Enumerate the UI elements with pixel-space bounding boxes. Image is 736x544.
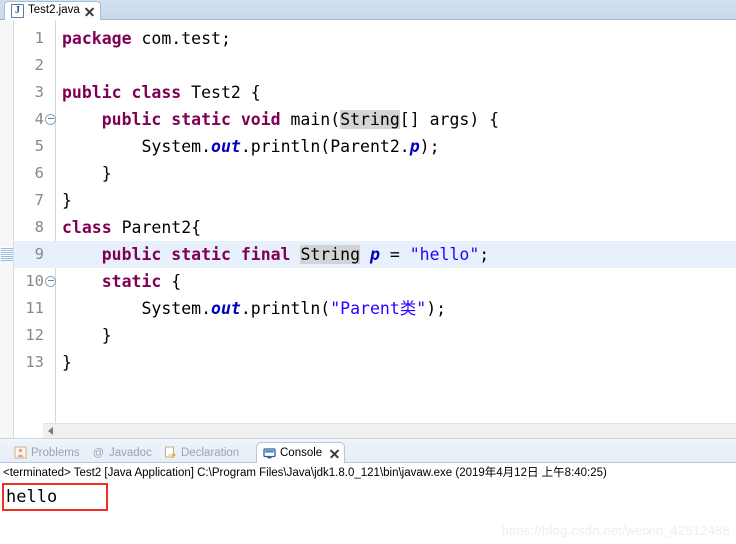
code-token-plain: [] args) {: [399, 110, 500, 129]
code-token-fld: out: [211, 137, 241, 156]
code-token-str: "hello": [409, 245, 480, 264]
code-editor[interactable]: 1 2 3 4 5 6 7 8 9 10 11 12 13 package com.test; publi…: [0, 20, 736, 486]
code-line[interactable]: }: [62, 349, 72, 376]
code-line[interactable]: System.out.println("Parent类");: [62, 295, 446, 322]
code-token-kw: package: [62, 29, 132, 48]
line-number: 6: [34, 164, 44, 182]
panel-tab-label: Problems: [31, 446, 80, 459]
code-token-fld: out: [211, 299, 241, 318]
watermark: https://blog.csdn.net/weixin_42512488: [501, 523, 730, 538]
code-line[interactable]: static {: [62, 268, 181, 295]
console-status-line: <terminated> Test2 [Java Application] C:…: [3, 467, 607, 479]
code-token-plain: {: [171, 272, 182, 291]
code-token-plain: }: [62, 353, 72, 372]
code-token-fld: p: [409, 137, 420, 156]
java-file-icon: [11, 4, 24, 18]
bottom-panel-tabbar: Problems @ Javadoc Declaration Console: [0, 441, 736, 463]
code-line[interactable]: }: [62, 322, 112, 349]
code-token-plain: .println(: [240, 299, 331, 318]
line-number: 2: [34, 56, 44, 74]
code-token-kw: static: [101, 272, 172, 291]
code-token-plain: }: [62, 326, 112, 345]
code-token-plain: main(: [290, 110, 341, 129]
code-line[interactable]: package com.test;: [62, 25, 231, 52]
code-token-plain: .println(Parent2.: [240, 137, 410, 156]
svg-text:@: @: [93, 447, 104, 459]
vertical-ruler[interactable]: [0, 20, 14, 438]
panel-tab-label: Console: [280, 447, 323, 459]
code-token-plain: System.: [62, 299, 212, 318]
editor-tab-test2java[interactable]: Test2.java: [4, 1, 101, 20]
code-token-occ: String: [300, 245, 361, 264]
editor-tab-label: Test2.java: [28, 4, 80, 17]
panel-tab-console[interactable]: Console: [256, 442, 346, 463]
line-number: 13: [25, 353, 44, 371]
declaration-icon: [164, 446, 177, 459]
line-number: 4: [34, 110, 44, 128]
code-line[interactable]: public static final String p = "hello";: [62, 241, 490, 486]
editor-horizontal-scrollbar[interactable]: [43, 423, 736, 438]
console-icon: [263, 447, 276, 460]
line-number: 7: [34, 191, 44, 209]
console-output-text: hello: [6, 487, 58, 507]
code-line[interactable]: public class Test2 {: [62, 79, 261, 106]
code-token-fld: p: [369, 245, 380, 264]
fold-collapse-icon[interactable]: [45, 106, 56, 133]
code-line[interactable]: class Parent2{: [62, 214, 201, 241]
scroll-left-arrow-icon[interactable]: [48, 427, 53, 435]
javadoc-icon: @: [92, 446, 105, 459]
code-line[interactable]: System.out.println(Parent2.p);: [62, 133, 440, 160]
line-number: 10: [25, 272, 44, 290]
code-token-kw: public static final: [101, 245, 301, 264]
line-number: 8: [34, 218, 44, 236]
panel-tab-label: Declaration: [181, 446, 240, 459]
code-token-plain: Parent2{: [121, 218, 202, 237]
close-icon[interactable]: [84, 7, 93, 16]
code-token-plain: =: [379, 245, 410, 264]
line-number: 3: [34, 83, 44, 101]
problems-icon: [14, 446, 27, 459]
bottom-panel: Problems @ Javadoc Declaration Console <term…: [0, 438, 736, 544]
panel-tab-label: Javadoc: [109, 446, 152, 459]
code-token-plain: }: [62, 164, 112, 183]
occurrence-ruler-marker[interactable]: [1, 247, 13, 261]
code-token-plain: }: [62, 191, 72, 210]
code-line[interactable]: public static void main(String[] args) {: [62, 106, 499, 133]
eclipse-ide-window: Test2.java 12345678910111213 package com…: [0, 0, 736, 544]
line-number: 9: [34, 245, 44, 263]
code-token-occ: String: [340, 110, 400, 129]
line-number: 11: [25, 299, 44, 317]
panel-tab-problems[interactable]: Problems: [8, 442, 86, 463]
line-number: 1: [34, 29, 44, 47]
panel-tab-javadoc[interactable]: @ Javadoc: [86, 442, 158, 463]
fold-collapse-icon[interactable]: [45, 268, 56, 295]
code-token-plain: com.test;: [131, 29, 231, 48]
line-number: 5: [34, 137, 44, 155]
code-token-str: "Parent类": [330, 299, 427, 318]
code-line[interactable]: }: [62, 160, 112, 187]
editor-tabbar: Test2.java: [0, 0, 736, 20]
line-number: 12: [25, 326, 44, 344]
code-token-kw: public static void: [101, 110, 291, 129]
code-token-plain: ;: [479, 245, 490, 264]
code-token-plain: System.: [62, 137, 212, 156]
code-token-plain: );: [419, 137, 440, 156]
code-line[interactable]: }: [62, 187, 72, 214]
code-token-plain: );: [426, 299, 447, 318]
code-token-kw: public class: [62, 83, 192, 102]
code-token-kw: class: [62, 218, 122, 237]
panel-tab-declaration[interactable]: Declaration: [158, 442, 245, 463]
close-icon[interactable]: [329, 449, 338, 458]
code-token-plain: Test2 {: [191, 83, 261, 102]
